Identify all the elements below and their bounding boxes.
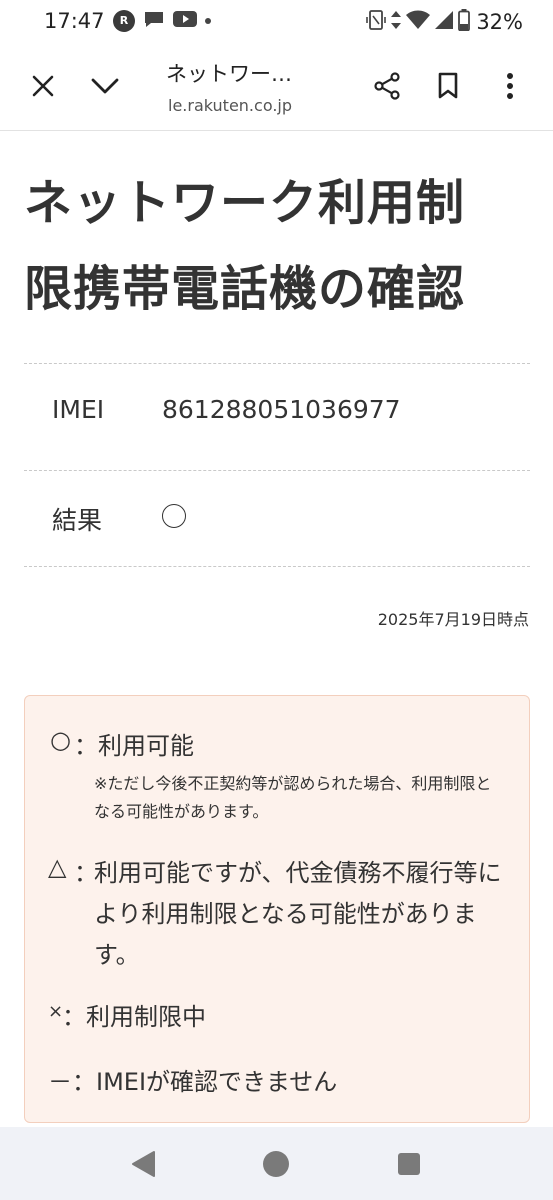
status-time: 17:47 xyxy=(44,9,105,33)
bookmark-button[interactable] xyxy=(428,66,468,106)
cross-symbol: × xyxy=(48,1001,64,1022)
status-bar: 17:47 R 32% xyxy=(0,0,553,44)
system-icons: 32% xyxy=(366,9,523,35)
as-of-date: 2025年7月19日時点 xyxy=(377,610,529,629)
navigation-bar xyxy=(0,1127,553,1200)
notification-icons: R xyxy=(113,10,211,32)
cross-text: ：利用制限中 xyxy=(62,1003,206,1031)
share-button[interactable] xyxy=(367,66,407,106)
signal-icon xyxy=(434,10,454,34)
close-button[interactable] xyxy=(23,66,63,106)
dash-symbol: － xyxy=(48,1068,72,1096)
chevron-down-icon xyxy=(91,78,119,94)
imei-label: IMEI xyxy=(52,395,105,424)
home-icon xyxy=(263,1151,289,1177)
result-label: 結果 xyxy=(52,506,103,535)
recents-icon xyxy=(398,1153,420,1175)
more-options-button[interactable] xyxy=(490,66,530,106)
triangle-text: 利用可能ですが、代金債務不履行等により利用制限となる可能性があります。 xyxy=(94,859,502,969)
divider xyxy=(24,470,530,471)
result-circle-icon xyxy=(162,504,186,528)
available-symbol: ○ xyxy=(50,726,71,754)
page-title-line-2: 限携帯電話機の確認 xyxy=(24,261,466,317)
page-title: ネットワーク利用制 限携帯電話機の確認 xyxy=(24,160,529,332)
browser-toolbar: ネットワー… le.rakuten.co.jp xyxy=(0,44,553,131)
data-arrows-icon xyxy=(390,10,402,34)
available-note: ※ただし今後不正契約等が認められた場合、利用制限となる可能性があります。 xyxy=(94,774,492,821)
vibrate-icon xyxy=(366,9,387,35)
youtube-icon xyxy=(173,10,197,32)
chat-icon xyxy=(143,9,165,33)
imei-value: 861288051036977 xyxy=(162,395,401,424)
available-text: ：利用可能 xyxy=(74,732,194,760)
share-icon xyxy=(374,72,400,100)
dash-text: ：IMEIが確認できません xyxy=(72,1068,338,1096)
recents-button[interactable] xyxy=(394,1149,424,1179)
divider xyxy=(24,363,530,364)
page-url[interactable]: le.rakuten.co.jp xyxy=(168,96,292,115)
triangle-symbol: △ xyxy=(48,853,67,881)
rakuten-icon: R xyxy=(113,10,135,32)
divider xyxy=(24,566,530,567)
battery-percentage: 32% xyxy=(476,10,523,34)
page-title-line-1: ネットワーク利用制 xyxy=(24,175,466,231)
more-icon xyxy=(507,73,513,99)
more-notifications-icon xyxy=(205,18,211,24)
wifi-icon xyxy=(406,10,431,34)
close-icon xyxy=(32,75,54,97)
tab-title: ネットワー… xyxy=(166,62,292,86)
bookmark-icon xyxy=(438,72,458,99)
minimize-button[interactable] xyxy=(85,66,125,106)
back-button[interactable] xyxy=(128,1149,158,1179)
back-icon xyxy=(132,1151,155,1177)
home-button[interactable] xyxy=(261,1149,291,1179)
battery-icon xyxy=(458,9,471,35)
